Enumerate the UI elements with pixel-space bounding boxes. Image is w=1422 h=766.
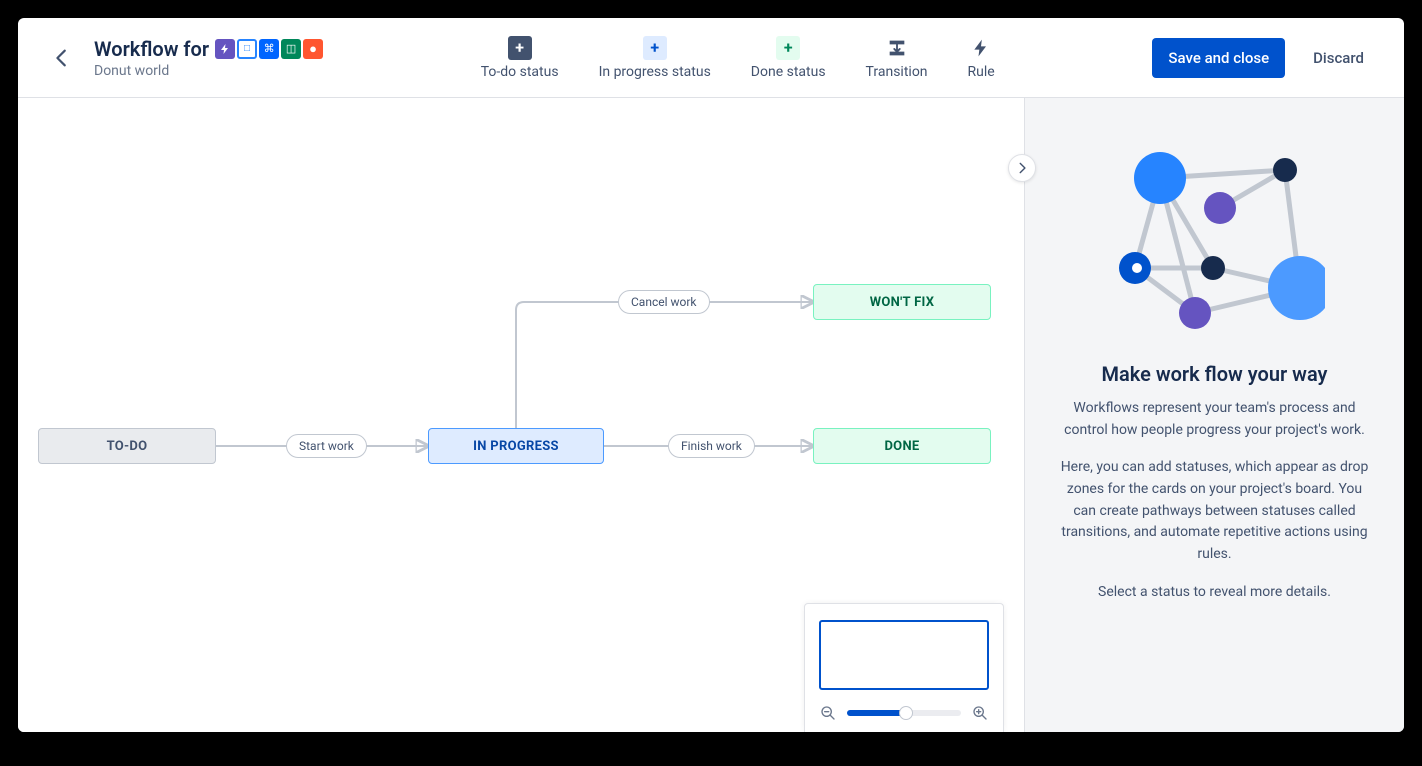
zoom-controls [819,704,989,722]
workflow-canvas[interactable]: TO-DO IN PROGRESS WON'T FIX DONE Start w… [18,98,1024,732]
header: Workflow for □ ⌘ ◫ ● Donut world + [18,18,1404,98]
discard-button[interactable]: Discard [1297,38,1380,78]
save-button[interactable]: Save and close [1152,38,1285,78]
status-node-wontfix[interactable]: WON'T FIX [813,284,991,320]
title-block: Workflow for □ ⌘ ◫ ● Donut world [94,37,323,79]
zoom-in-button[interactable] [971,704,989,722]
minimap-viewport[interactable] [819,620,989,690]
transition-pill-finish[interactable]: Finish work [668,434,755,458]
header-actions: Save and close Discard [1152,38,1380,78]
back-button[interactable] [42,38,82,78]
transition-pill-cancel[interactable]: Cancel work [618,290,710,314]
issue-type-icon: □ [237,39,257,59]
panel-paragraph: Here, you can add statuses, which appear… [1057,457,1372,565]
issue-type-icon [215,39,235,59]
workflow-illustration [1105,138,1325,338]
status-node-done[interactable]: DONE [813,428,991,464]
add-inprogress-status-button[interactable]: + In progress status [599,36,711,80]
issue-type-icons: □ ⌘ ◫ ● [215,39,323,59]
zoom-out-icon [820,705,836,721]
plus-icon: + [643,36,667,60]
zoom-slider[interactable] [847,710,961,716]
minimap [804,603,1004,732]
issue-type-icon: ◫ [281,39,301,59]
lightning-icon [969,36,993,60]
add-rule-button[interactable]: Rule [968,36,995,80]
chevron-right-icon [1015,161,1029,175]
arrow-left-icon [51,47,73,69]
status-node-todo[interactable]: TO-DO [38,428,216,464]
plus-icon: + [776,36,800,60]
zoom-in-icon [972,705,988,721]
project-name: Donut world [94,63,323,79]
transition-pill-start[interactable]: Start work [286,434,367,458]
transition-icon [885,36,909,60]
body: TO-DO IN PROGRESS WON'T FIX DONE Start w… [18,98,1404,732]
zoom-out-button[interactable] [819,704,837,722]
issue-type-icon: ⌘ [259,39,279,59]
workflow-editor: Workflow for □ ⌘ ◫ ● Donut world + [18,18,1404,732]
panel-heading: Make work flow your way [1102,362,1328,386]
plus-icon: + [508,36,532,60]
issue-type-icon: ● [303,39,323,59]
add-done-status-button[interactable]: + Done status [751,36,826,80]
panel-paragraph: Select a status to reveal more details. [1098,582,1331,604]
status-node-inprogress[interactable]: IN PROGRESS [428,428,604,464]
add-transition-button[interactable]: Transition [866,36,928,80]
panel-toggle-button[interactable] [1008,154,1036,182]
toolbar: + To-do status + In progress status + Do… [323,36,1152,80]
side-panel: Make work flow your way Workflows repres… [1024,98,1404,732]
page-title: Workflow for [94,37,209,61]
add-todo-status-button[interactable]: + To-do status [481,36,559,80]
panel-paragraph: Workflows represent your team's process … [1057,398,1372,441]
